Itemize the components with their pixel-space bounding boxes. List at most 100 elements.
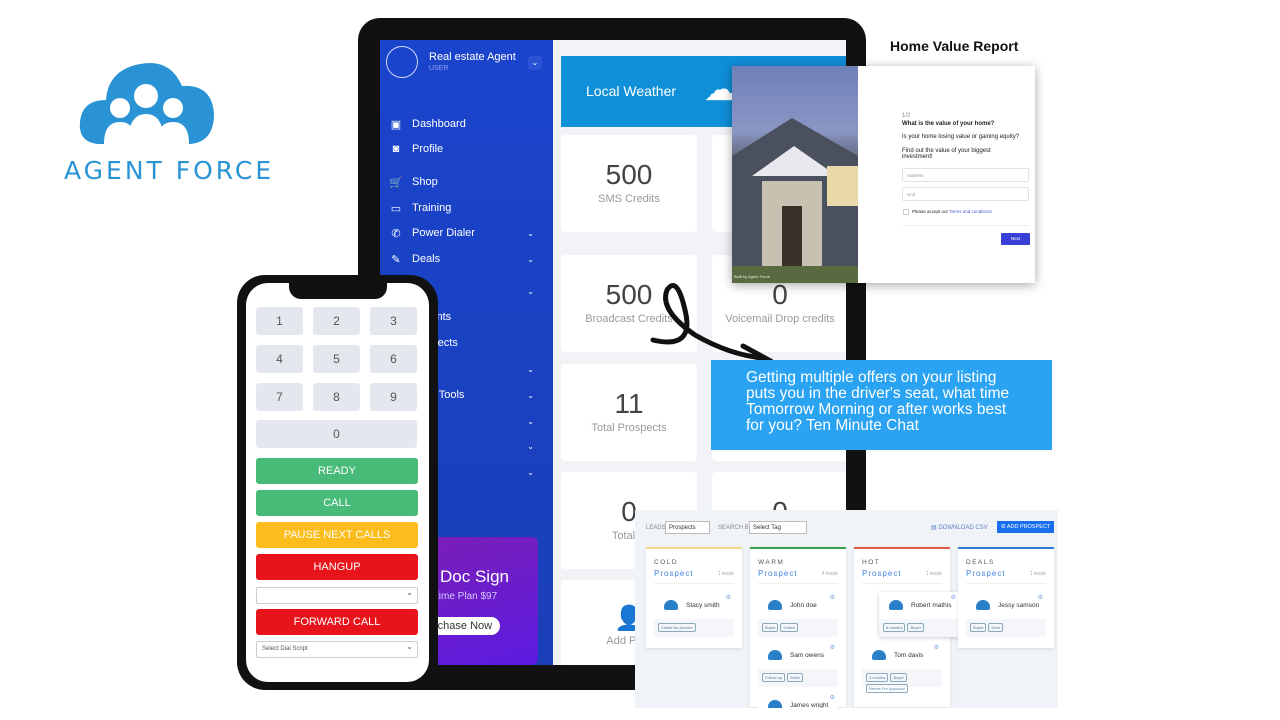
video-icon: ▭ (390, 202, 402, 215)
lead-tag: Deal (988, 623, 1003, 632)
form-panel: 1/2 What is the value of your home? Is y… (858, 66, 1035, 283)
phone-icon: ✆ (391, 227, 401, 240)
divider (758, 583, 838, 584)
step-indicator: 1/2 (902, 113, 911, 119)
chevron-down-icon: ⌄ (527, 286, 534, 296)
dial-key[interactable]: 5 (313, 345, 360, 373)
lead-card[interactable]: James wright ⚙ (758, 692, 838, 708)
lead-tag: 6 months (883, 623, 906, 632)
sidebar-item[interactable]: 🛒 Shop (388, 173, 548, 191)
sidebar-item[interactable]: ▣ Dashboard (388, 115, 548, 133)
prospects-board: LEADS Prospects SEARCH BY Select Tag ▤ D… (635, 510, 1058, 708)
promo-title: Doc Sign (440, 567, 509, 586)
sidebar-item-label: Deals (412, 253, 441, 265)
column-title: COLD (654, 559, 679, 566)
sidebar-item[interactable]: ✎ Deals ⌄ (388, 250, 548, 268)
divider (862, 583, 942, 584)
dial-key[interactable]: 0 (256, 420, 417, 448)
terms-checkbox[interactable] (903, 209, 909, 215)
home-value-heading: Home Value Report (890, 38, 1019, 54)
column-subtitle: Prospect (654, 569, 694, 578)
address-input[interactable]: Address (902, 168, 1029, 182)
dial-key[interactable]: 2 (313, 307, 360, 335)
stat-card[interactable]: 11 Total Prospects (561, 364, 697, 461)
dial-key[interactable]: 7 (256, 383, 303, 411)
column-title: DEALS (966, 559, 995, 566)
edit-icon: ✎ (391, 253, 401, 266)
unit-input[interactable]: Unit (902, 187, 1029, 201)
dial-key[interactable]: 6 (370, 345, 417, 373)
column-title: WARM (758, 559, 785, 566)
gear-icon[interactable]: ⚙ (830, 644, 835, 651)
sidebar-item[interactable]: ✆ Power Dialer ⌄ (388, 224, 548, 242)
lead-tag: Seller (787, 673, 804, 682)
column-subtitle: Prospect (966, 569, 1006, 578)
forward-select[interactable] (256, 587, 418, 604)
gear-icon[interactable]: ⚙ (726, 594, 731, 601)
lead-tag: Called (780, 623, 798, 632)
dial-key[interactable]: 3 (370, 307, 417, 335)
lead-avatar (889, 600, 903, 610)
gear-icon[interactable]: ⚙ (934, 644, 939, 651)
form-line2: Find out the value of your biggest inves… (902, 148, 991, 160)
leads-label: LEADS (646, 525, 666, 531)
dial-script-select[interactable]: Select Dial Script (256, 641, 418, 658)
terms-link[interactable]: Terms and conditions (949, 209, 992, 214)
form-line1: Is your home losing value or gaining equ… (902, 134, 1020, 140)
lead-tag: Called No Answer (658, 623, 696, 632)
card-value: 11 (614, 388, 644, 419)
card-label: SMS Credits (598, 193, 660, 205)
dial-key[interactable]: 9 (370, 383, 417, 411)
download-csv-label: DOWNLOAD CSV (938, 525, 988, 531)
message-text: Getting multiple offers on your listing … (746, 369, 1010, 434)
dialer-button[interactable]: PAUSE NEXT CALLS (256, 522, 418, 548)
divider (902, 225, 1029, 226)
chevron-down-icon: ⌄ (527, 467, 534, 477)
kanban-column: HOT Prospect 1 leads Robert mathis ⚙ 6 mon… (854, 547, 959, 707)
dialer-button[interactable]: FORWARD CALL (256, 609, 418, 635)
chevron-down-icon: ⌄ (527, 254, 534, 264)
add-prospect-button[interactable]: ⚙ ADD PROSPECT (997, 521, 1054, 533)
user-role: USER (429, 65, 449, 72)
dialer-button[interactable]: READY (256, 458, 418, 484)
chevron-down-icon: ⌄ (527, 390, 534, 400)
layout-icon: ▣ (390, 118, 402, 131)
download-csv-button[interactable]: ▤ DOWNLOAD CSV (931, 524, 988, 531)
stat-card[interactable]: 500 SMS Credits (561, 135, 697, 232)
lead-card[interactable]: Jessy samson ⚙ Buyer Deal (966, 592, 1046, 637)
form-question: What is the value of your home? (902, 121, 995, 127)
cart-icon: 🛒 (389, 176, 403, 189)
purchase-now-button[interactable]: rchase Now (430, 617, 501, 635)
gear-icon[interactable]: ⚙ (830, 694, 835, 701)
dial-key[interactable]: 1 (256, 307, 303, 335)
chevron-down-icon: ⌄ (527, 228, 534, 238)
avatar[interactable] (386, 46, 418, 78)
house-illustration (732, 118, 858, 283)
sidebar-item-label: Dashboard (412, 118, 466, 130)
add-prospect-label: ADD PROSPECT (1006, 524, 1051, 530)
chevron-down-icon[interactable]: ⌄ (528, 56, 542, 70)
weather-label: Local Weather (586, 83, 677, 99)
lead-card[interactable]: John doe ⚙ Buyer Called (758, 592, 838, 637)
dialer-button[interactable]: HANGUP (256, 554, 418, 580)
sidebar-item-label: Training (412, 202, 452, 214)
lead-card[interactable]: Robert mathis ⚙ 6 months Buyer (879, 592, 959, 637)
sidebar-item[interactable]: ▭ Training (388, 199, 548, 217)
gear-icon[interactable]: ⚙ (1038, 594, 1043, 601)
sidebar-item[interactable]: ◙ Profile (388, 140, 548, 158)
robot-icon: ◙ (392, 143, 400, 155)
dial-key[interactable]: 4 (256, 345, 303, 373)
gear-icon[interactable]: ⚙ (830, 594, 835, 601)
dialer-button[interactable]: CALL (256, 490, 418, 516)
message-bubble: Getting multiple offers on your listing … (711, 360, 1052, 450)
lead-card[interactable]: Sam owens ⚙ Follow up Seller (758, 642, 838, 687)
dial-key[interactable]: 8 (313, 383, 360, 411)
lead-card[interactable]: Tom davis ⚙ 3 months Buyer Needs Pre Approva… (862, 642, 942, 693)
gear-icon[interactable]: ⚙ (951, 594, 956, 601)
lead-card[interactable]: Stacy smith ⚙ Called No Answer (654, 592, 734, 637)
next-button[interactable]: Next (1001, 233, 1030, 245)
house-photo: Built by Agent Force (732, 66, 858, 283)
promo-subtitle: time Plan $97 (436, 591, 498, 602)
tag-select[interactable]: Select Tag (749, 521, 807, 534)
leads-select[interactable]: Prospects (665, 521, 710, 534)
